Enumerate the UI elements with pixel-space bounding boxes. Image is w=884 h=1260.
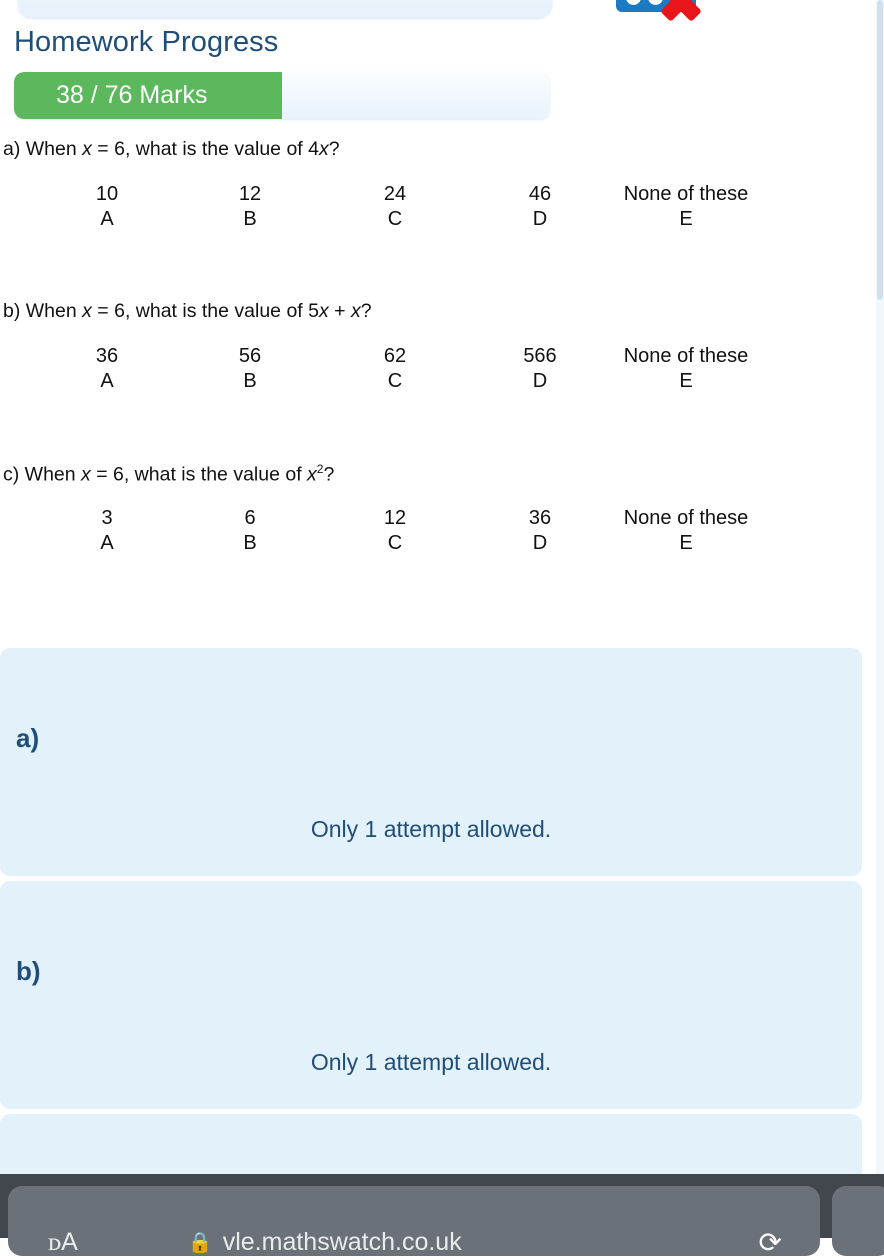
option-b-D: 566 D [523,345,557,392]
option-b-B: 56 B [238,345,262,392]
feedback-marker-icon-group[interactable] [616,0,708,34]
option-b-E: None of these E [623,345,749,392]
option-row-a: 10 A 12 B 24 C 46 D None of these E [0,182,884,238]
option-a-D: 46 D [528,183,552,230]
adjacent-tab-edge[interactable] [832,1186,884,1256]
address-bar-row: ꭰA 🔒 vle.mathswatch.co.uk ⟳ [8,1224,820,1260]
reload-icon[interactable]: ⟳ [759,1226,782,1259]
question-block-a: a) When x = 6, what is the value of 4x? … [0,138,884,230]
page-title: Homework Progress [14,26,279,58]
vertical-scrollbar-track[interactable] [876,0,884,1174]
option-a-C: 24 C [383,183,407,230]
homework-progress-bar: 38 / 76 Marks [14,72,550,119]
answer-panel-b: b) A B C D E Only 1 attempt allowed. [0,881,862,1109]
option-c-C: 12 C [383,507,407,554]
answer-panel-a: a) A B C D E Only 1 attempt allowed. [0,648,862,876]
vertical-scrollbar-thumb[interactable] [877,0,883,300]
address-bar[interactable]: ꭰA 🔒 vle.mathswatch.co.uk ⟳ [8,1186,820,1258]
top-cut-off-panel [18,0,552,18]
browser-bottom-bar: ꭰA 🔒 vle.mathswatch.co.uk ⟳ [0,1174,884,1258]
text-size-icon[interactable]: ꭰA [48,1228,78,1257]
option-c-A: 3A [100,507,114,554]
option-a-A: 10 A [95,183,119,230]
attempt-note-b: Only 1 attempt allowed. [310,1049,552,1075]
progress-marks-label: 38 / 76 Marks [56,81,208,109]
bubble-dot-icon [626,0,641,5]
option-b-A: 36 A [95,345,119,392]
lock-icon: 🔒 [187,1231,213,1254]
option-a-E: None of these E [623,183,749,230]
red-x-icon [654,0,708,28]
attempt-note-a: Only 1 attempt allowed. [310,816,552,842]
page-scroll-area: Homework Progress 38 / 76 Marks a) When … [0,0,884,1238]
answer-panel-label-b: b) [16,956,41,986]
question-text-b: b) When x = 6, what is the value of 5x +… [3,300,372,322]
answer-panel-label-a: a) [16,723,40,753]
option-c-E: None of these E [623,507,749,554]
url-text[interactable]: vle.mathswatch.co.uk [223,1228,462,1257]
option-row-b: 36 A 56 B 62 C 566 D None of these E [0,344,884,400]
option-row-c: 3A 6B 12 C 36 D None of these E [0,506,884,562]
question-block-c: c) When x = 6, what is the value of x2? … [0,462,884,554]
progress-bar-fill: 38 / 76 Marks [14,72,282,119]
option-a-B: 12 B [238,183,262,230]
question-text-a: a) When x = 6, what is the value of 4x? [3,138,340,160]
option-b-C: 62 C [383,345,407,392]
question-block-b: b) When x = 6, what is the value of 5x +… [0,300,884,392]
question-text-c: c) When x = 6, what is the value of x2? [3,462,335,486]
option-c-D: 36 D [528,507,552,554]
option-c-B: 6B [243,507,257,554]
